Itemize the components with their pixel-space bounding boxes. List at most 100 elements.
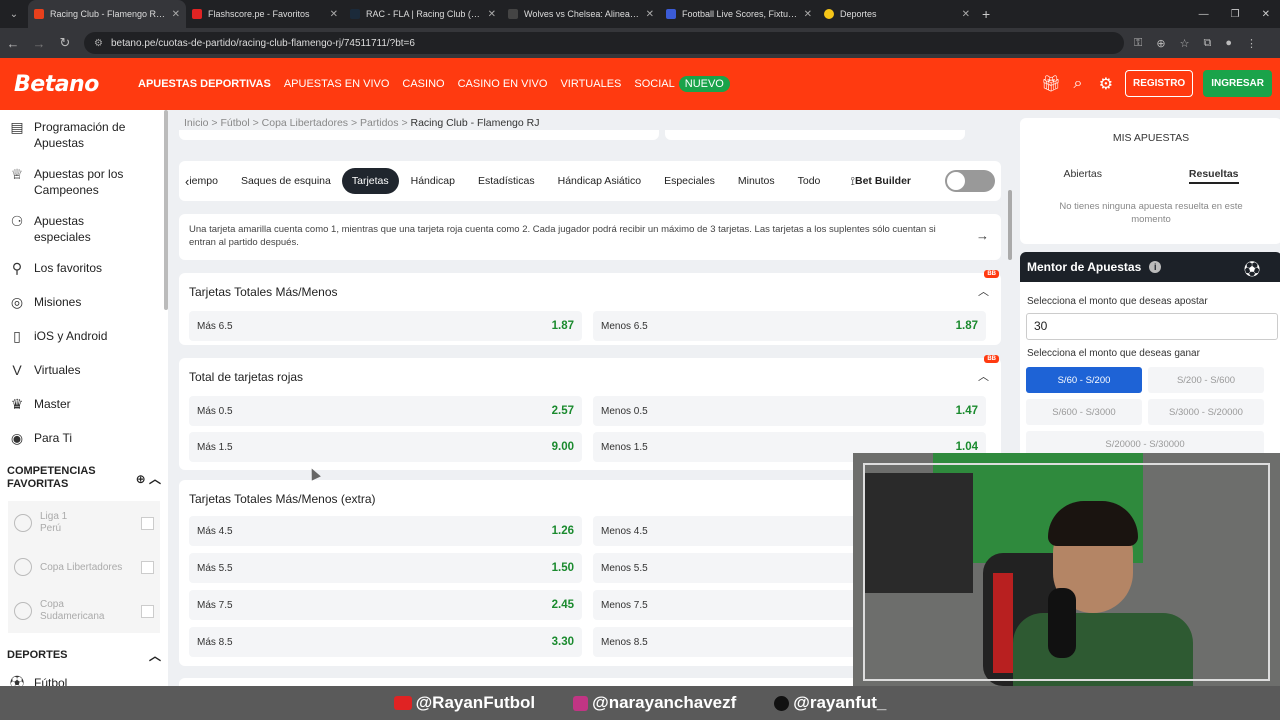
sidebar-item-campeones[interactable]: ♕ Apuestas por los Campeones — [0, 166, 168, 204]
arrow-right-icon[interactable]: → — [976, 229, 989, 242]
odd-button[interactable]: Menos 0.5 1.47 — [593, 396, 986, 426]
close-icon[interactable]: ✕ — [488, 9, 496, 20]
address-bar-row: ← → ↻ ⚙ betano.pe/cuotas-de-partido/raci… — [0, 28, 1280, 58]
sidebar-item-misiones[interactable]: ◎ Misiones — [0, 294, 168, 319]
profile-avatar[interactable]: ● — [1225, 37, 1232, 50]
sidebar-item-futbol[interactable]: ⚽︎ Fútbol — [0, 675, 168, 686]
close-icon[interactable]: ✕ — [646, 9, 654, 20]
nav-virtuales[interactable]: VIRTUALES — [560, 78, 621, 90]
close-window-icon[interactable]: ✕ — [1262, 9, 1270, 20]
browser-tab[interactable]: Wolves vs Chelsea: Alineacione ✕ — [502, 0, 660, 28]
nav-apuestas-en-vivo[interactable]: APUESTAS EN VIVO — [284, 78, 390, 90]
breadcrumb-futbol[interactable]: Fútbol — [220, 117, 249, 129]
nav-apuestas-deportivas[interactable]: APUESTAS DEPORTIVAS — [138, 78, 271, 90]
tab-todo[interactable]: Todo — [798, 175, 821, 187]
tab-resueltas[interactable]: Resueltas — [1188, 168, 1239, 184]
odd-button[interactable]: Más 5.5 1.50 — [189, 553, 582, 583]
sidebar-item-para-ti[interactable]: ◉ Para Ti — [0, 430, 168, 455]
market-title[interactable]: Tarjetas Totales Más/Menos — [189, 285, 338, 299]
close-icon[interactable]: ✕ — [804, 9, 812, 20]
browser-tab[interactable]: Flashscore.pe - Favoritos ✕ — [186, 0, 344, 28]
odd-button[interactable]: Más 6.5 1.87 — [189, 311, 582, 341]
odd-button[interactable]: Menos 6.5 1.87 — [593, 311, 986, 341]
chevron-up-icon[interactable]: ︿ — [978, 368, 989, 384]
market-title[interactable]: Total de tarjetas rojas — [189, 370, 303, 384]
new-tab-icon[interactable]: + — [982, 6, 990, 22]
sidebar-item-ios-android[interactable]: ▯ iOS y Android — [0, 328, 168, 353]
bet-builder-toggle[interactable] — [945, 170, 995, 192]
tab-tarjetas[interactable]: Tarjetas — [341, 168, 399, 194]
tab-saques[interactable]: Saques de esquina — [241, 175, 331, 187]
nav-social[interactable]: SOCIAL NUEVO — [634, 76, 730, 93]
info-banner[interactable]: Una tarjeta amarilla cuenta como 1, mien… — [179, 214, 1001, 260]
url-field[interactable]: ⚙ betano.pe/cuotas-de-partido/racing-clu… — [84, 32, 1124, 54]
nav-casino-en-vivo[interactable]: CASINO EN VIVO — [458, 78, 548, 90]
competition-checkbox[interactable] — [141, 560, 154, 574]
market-title[interactable]: Tarjetas Totales Más/Menos (extra) — [189, 492, 376, 506]
odd-button[interactable]: Más 4.5 1.26 — [189, 516, 582, 546]
star-icon[interactable]: ☆ — [1180, 37, 1190, 50]
competition-checkbox[interactable] — [141, 604, 154, 618]
betano-logo[interactable]: Betano — [14, 72, 124, 97]
tab-especiales[interactable]: Especiales — [664, 175, 715, 187]
registro-button[interactable]: REGISTRO — [1124, 70, 1194, 97]
site-favicon-icon — [824, 9, 834, 19]
chevron-up-icon[interactable]: ︿ — [978, 283, 989, 299]
odd-button[interactable]: Más 7.5 2.45 — [189, 590, 582, 620]
tab-abiertas[interactable]: Abiertas — [1063, 168, 1102, 184]
competition-item[interactable]: Copa Sudamericana — [8, 589, 160, 633]
tab-search-icon[interactable]: ⌄ — [0, 0, 28, 28]
odd-button[interactable]: Más 8.5 3.30 — [189, 627, 582, 657]
browser-tab[interactable]: RAC - FLA | Racing Club (Arg) v ✕ — [344, 0, 502, 28]
competition-item[interactable]: Liga 1 Perú — [8, 501, 160, 545]
minimize-icon[interactable]: — — [1199, 9, 1209, 20]
odd-button[interactable]: Más 1.5 9.00 — [189, 432, 582, 462]
ingresar-button[interactable]: INGRESAR — [1203, 70, 1272, 97]
breadcrumb-inicio[interactable]: Inicio — [184, 117, 209, 129]
breadcrumb-partidos[interactable]: Partidos — [360, 117, 399, 129]
search-icon[interactable]: ⌕ — [1069, 75, 1087, 93]
sidebar-item-master[interactable]: ♛ Master — [0, 396, 168, 421]
collapse-icon[interactable]: ︿ — [149, 647, 161, 664]
tab-handicap[interactable]: Hándicap — [411, 175, 455, 187]
close-icon[interactable]: ✕ — [330, 9, 338, 20]
key-icon[interactable]: ⚿ — [1134, 37, 1142, 50]
add-collapse-icons[interactable]: ⊕ ︿ — [136, 470, 161, 487]
browser-tab[interactable]: Football Live Scores, Fixtures & ✕ — [660, 0, 818, 28]
mentor-card: Mentor de Apuestas i ⚽︎ Selecciona el mo… — [1020, 252, 1280, 462]
tab-minutos[interactable]: Minutos — [738, 175, 775, 187]
back-icon[interactable]: ← — [0, 36, 26, 51]
gear-icon[interactable]: ⚙ — [1097, 74, 1115, 94]
close-icon[interactable]: ✕ — [962, 9, 970, 20]
competition-item[interactable]: Copa Libertadores — [8, 545, 160, 589]
menu-icon[interactable]: ⋮ — [1246, 37, 1257, 50]
reload-icon[interactable]: ↻ — [52, 35, 78, 51]
sidebar-item-especiales[interactable]: ⚆ Apuestas especiales — [0, 213, 168, 251]
odd-button[interactable]: Más 0.5 2.57 — [189, 396, 582, 426]
range-option[interactable]: S/60 - S/200 — [1026, 367, 1142, 393]
tab-estadisticas[interactable]: Estadísticas — [478, 175, 535, 187]
site-info-icon[interactable]: ⚙ — [94, 38, 103, 49]
range-option[interactable]: S/3000 - S/20000 — [1148, 399, 1264, 425]
sidebar-item-favoritos[interactable]: ⚲ Los favoritos — [0, 260, 168, 285]
competition-checkbox[interactable] — [141, 516, 154, 530]
close-icon[interactable]: ✕ — [172, 9, 180, 20]
info-icon[interactable]: i — [1149, 261, 1162, 273]
odd-label: Menos 0.5 — [601, 405, 648, 417]
tab-tiempo[interactable]: iempo — [189, 175, 218, 187]
monto-input[interactable]: 30 — [1026, 313, 1278, 340]
sidebar-item-programacion[interactable]: ▤ Programación de Apuestas — [0, 119, 168, 157]
restore-icon[interactable]: ❐ — [1231, 9, 1240, 20]
browser-tab[interactable]: Racing Club - Flamengo RJ Fútb ✕ — [28, 0, 186, 28]
gift-icon[interactable]: 🎁︎ — [1041, 74, 1061, 94]
browser-tab[interactable]: Deportes ✕ — [818, 0, 976, 28]
extensions-icon[interactable]: ⧉ — [1203, 37, 1211, 50]
forward-icon[interactable]: → — [26, 36, 52, 51]
range-option[interactable]: S/600 - S/3000 — [1026, 399, 1142, 425]
sidebar-item-virtuales[interactable]: V Virtuales — [0, 362, 168, 387]
breadcrumb-copa[interactable]: Copa Libertadores — [262, 117, 348, 129]
zoom-icon[interactable]: ⊕ — [1156, 37, 1165, 50]
range-option[interactable]: S/200 - S/600 — [1148, 367, 1264, 393]
nav-casino[interactable]: CASINO — [402, 78, 444, 90]
tab-handicap-asiatico[interactable]: Hándicap Asiático — [558, 175, 641, 187]
